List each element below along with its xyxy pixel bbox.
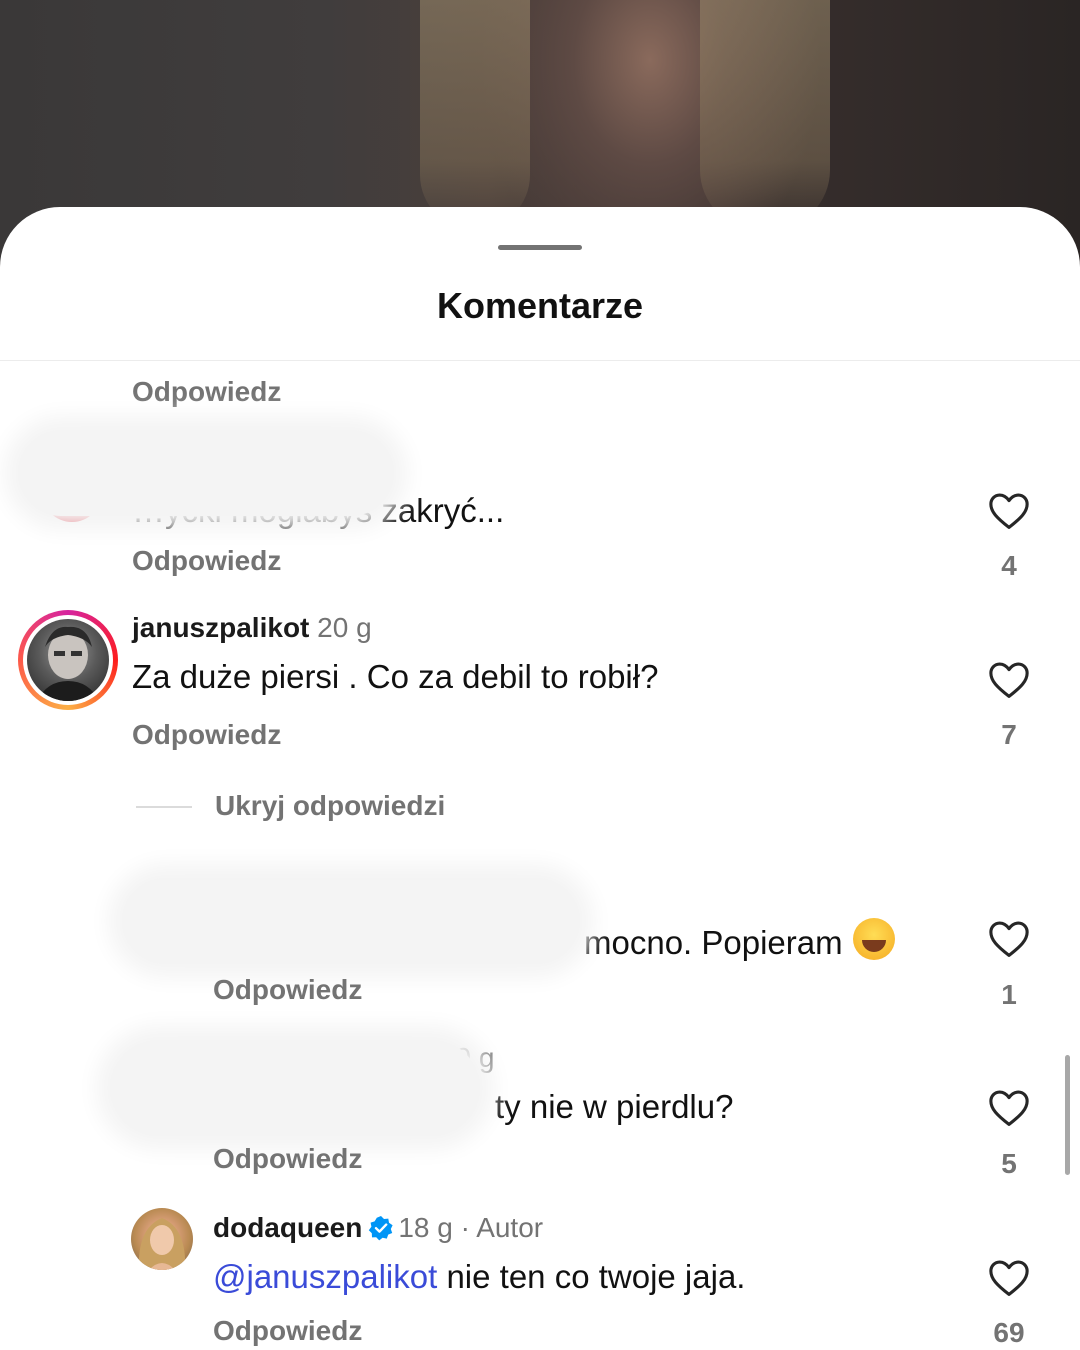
header-divider [0,360,1080,361]
reply-header: dodaqueen 18 g · Autor [213,1212,543,1244]
reply-button[interactable]: Odpowiedz [213,1315,362,1347]
timestamp: 18 g [398,1212,453,1243]
mention-link[interactable]: @januszpalikot [213,1258,437,1295]
meta-separator: · [460,1212,470,1243]
like-count: 5 [1001,1148,1017,1179]
reply-text: mocno. Popieram [584,918,895,962]
sheet-grabber[interactable] [498,245,582,250]
video-hair-right [700,0,830,230]
heart-icon[interactable] [988,1089,1030,1127]
avatar[interactable] [27,619,109,701]
heart-icon[interactable] [988,661,1030,699]
redaction-blur [122,878,580,964]
username[interactable]: dodaqueen [213,1212,362,1243]
thread-line [136,806,192,808]
laughing-emoji-icon [852,918,895,960]
comment-header: januszpalikot 20 g [132,612,372,644]
reply-body: nie ten co twoje jaja. [437,1258,746,1295]
verified-badge-icon [369,1216,393,1241]
hide-replies-button[interactable]: Ukryj odpowiedzi [215,790,445,822]
reply-text: ty nie w pierdlu? [495,1088,734,1125]
like-count: 7 [1001,719,1017,750]
heart-icon[interactable] [988,492,1030,530]
reply-text: @januszpalikot nie ten co twoje jaja. [213,1258,745,1296]
like-count: 69 [993,1317,1025,1348]
sheet-title: Komentarze [436,285,644,326]
heart-icon[interactable] [988,920,1030,958]
redaction-blur [18,430,394,516]
comment-text: Za duże piersi . Co za debil to robił? [132,658,659,695]
reply-button[interactable]: Odpowiedz [132,376,281,408]
username[interactable]: januszpalikot [132,612,309,643]
author-badge: Autor [476,1212,544,1243]
heart-icon[interactable] [988,1259,1030,1297]
like-count: 4 [1001,550,1017,581]
like-count: 1 [1001,979,1017,1010]
reply-button[interactable]: Odpowiedz [132,719,281,751]
reply-button[interactable]: Odpowiedz [213,974,362,1006]
scrollbar[interactable] [1065,1055,1070,1175]
timestamp: 20 g [317,612,372,643]
reply-button[interactable]: Odpowiedz [213,1143,362,1175]
avatar[interactable] [131,1208,193,1270]
video-hair-left [420,0,530,230]
reply-button[interactable]: Odpowiedz [132,545,281,577]
redaction-blur [110,1040,480,1136]
